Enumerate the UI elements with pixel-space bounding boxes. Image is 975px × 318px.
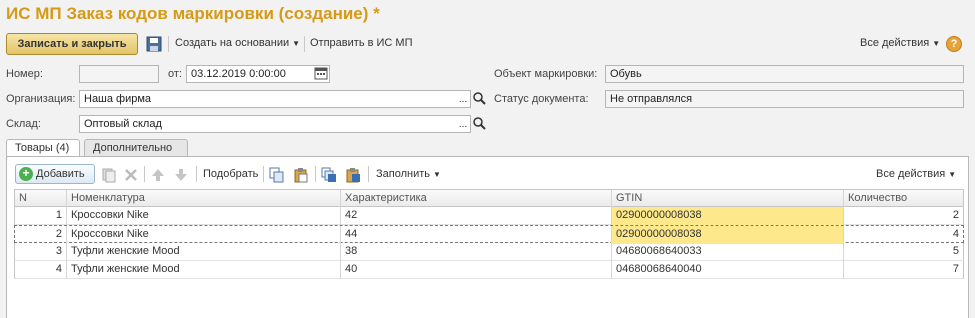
toolbar-separator (168, 36, 169, 52)
characteristic-cell[interactable]: 40 (341, 261, 612, 279)
characteristic-cell[interactable]: 38 (341, 243, 612, 261)
number-field[interactable] (79, 65, 159, 83)
column-header-quantity[interactable]: Количество (844, 190, 963, 208)
warehouse-label: Склад: (6, 118, 41, 130)
column-header-item[interactable]: Номенклатура (67, 190, 341, 208)
copy-icon[interactable] (269, 167, 285, 183)
gtin-cell[interactable]: 04680068640040 (612, 261, 844, 279)
quantity-cell[interactable]: 7 (844, 261, 963, 279)
create-based-on-menu[interactable]: Создать на основании ▼ (175, 37, 300, 49)
search-icon[interactable] (472, 116, 486, 132)
item-cell[interactable]: Кроссовки Nike (67, 226, 341, 244)
table-header: N Номенклатура Характеристика GTIN Колич… (14, 189, 964, 208)
date-field[interactable]: 03.12.2019 0:00:00 (186, 65, 330, 83)
warehouse-select-button[interactable]: ... (456, 116, 470, 132)
send-to-ismp-button[interactable]: Отправить в ИС МП (310, 37, 412, 49)
fill-menu[interactable]: Заполнить ▼ (376, 168, 441, 180)
chevron-down-icon: ▼ (948, 170, 957, 179)
table-row[interactable]: 3 Туфли женские Mood 38 04680068640033 5 (14, 243, 964, 261)
toolbar-separator (263, 166, 264, 182)
characteristic-cell[interactable]: 42 (341, 207, 612, 225)
number-label: Номер: (6, 68, 43, 80)
gtin-cell[interactable]: 04680068640033 (612, 243, 844, 261)
table-row[interactable]: 4 Туфли женские Mood 40 04680068640040 7 (14, 261, 964, 279)
window-title: ИС МП Заказ кодов маркировки (создание) … (6, 4, 380, 23)
pick-button[interactable]: Подобрать (203, 168, 258, 180)
document-status-field[interactable]: Не отправлялся (605, 90, 964, 108)
calendar-icon[interactable] (314, 66, 328, 80)
toolbar-separator (315, 166, 316, 182)
quantity-cell[interactable]: 5 (844, 243, 963, 261)
form-toolbar: Записать и закрыть Создать на основании ▼… (0, 33, 975, 57)
chevron-down-icon: ▼ (433, 170, 441, 179)
gtin-cell[interactable]: 02900000008038 (612, 207, 844, 225)
delete-icon[interactable] (123, 167, 139, 183)
organization-select-button[interactable]: ... (456, 91, 470, 107)
row-number: 3 (15, 243, 67, 261)
row-number: 1 (15, 207, 67, 225)
toolbar-separator (368, 166, 369, 182)
save-and-close-button[interactable]: Записать и закрыть (6, 33, 138, 55)
column-header-n[interactable]: N (15, 190, 67, 208)
warehouse-field[interactable]: Оптовый склад (79, 115, 471, 133)
plus-icon: + (19, 167, 33, 181)
move-up-icon[interactable] (150, 167, 166, 183)
row-number: 2 (15, 226, 67, 244)
chevron-down-icon: ▼ (292, 39, 301, 48)
help-icon[interactable]: ? (946, 36, 962, 52)
goods-table: N Номенклатура Характеристика GTIN Колич… (14, 189, 964, 279)
chevron-down-icon: ▼ (932, 39, 941, 48)
copy-row-icon[interactable] (101, 167, 117, 183)
paste-multiple-icon[interactable] (345, 167, 361, 183)
marking-object-field[interactable]: Обувь (605, 65, 964, 83)
all-actions-label: Все действия (860, 37, 930, 49)
row-number: 4 (15, 261, 67, 279)
column-header-characteristic[interactable]: Характеристика (341, 190, 612, 208)
organization-field[interactable]: Наша фирма (79, 90, 471, 108)
all-actions-menu[interactable]: Все действия ▼ (860, 37, 940, 49)
copy-multiple-icon[interactable] (321, 167, 337, 183)
column-header-gtin[interactable]: GTIN (612, 190, 844, 208)
quantity-cell[interactable]: 2 (844, 207, 963, 225)
quantity-cell[interactable]: 4 (844, 226, 963, 244)
create-based-on-label: Создать на основании (175, 37, 290, 49)
fill-label: Заполнить (376, 168, 431, 180)
item-cell[interactable]: Туфли женские Mood (67, 243, 341, 261)
paste-icon[interactable] (293, 167, 309, 183)
marking-object-label: Объект маркировки: (494, 68, 598, 80)
item-cell[interactable]: Кроссовки Nike (67, 207, 341, 225)
date-value: 03.12.2019 0:00:00 (191, 68, 286, 80)
add-button[interactable]: + Добавить (15, 164, 95, 184)
gtin-cell[interactable]: 02900000008038 (612, 226, 844, 244)
organization-label: Организация: (6, 93, 76, 105)
item-cell[interactable]: Туфли женские Mood (67, 261, 341, 279)
warehouse-value: Оптовый склад (84, 118, 162, 130)
table-row[interactable]: 1 Кроссовки Nike 42 02900000008038 2 (14, 207, 964, 225)
save-icon[interactable] (146, 36, 162, 52)
table-all-actions-menu[interactable]: Все действия ▼ (876, 168, 956, 180)
table-row[interactable]: 2 Кроссовки Nike 44 02900000008038 4 (14, 225, 964, 244)
add-button-label: Добавить (36, 168, 85, 180)
characteristic-cell[interactable]: 44 (341, 226, 612, 244)
goods-panel: + Добавить Подобрать Заполнить ▼ Все дейс… (6, 156, 969, 318)
toolbar-separator (304, 36, 305, 52)
move-down-icon[interactable] (173, 167, 189, 183)
tab-additional[interactable]: Дополнительно (84, 139, 188, 157)
date-from-label: от: (168, 68, 182, 80)
toolbar-separator (196, 166, 197, 182)
table-all-actions-label: Все действия (876, 168, 946, 180)
search-icon[interactable] (472, 91, 486, 107)
organization-value: Наша фирма (84, 93, 152, 105)
document-status-label: Статус документа: (494, 93, 589, 105)
toolbar-separator (144, 166, 145, 182)
